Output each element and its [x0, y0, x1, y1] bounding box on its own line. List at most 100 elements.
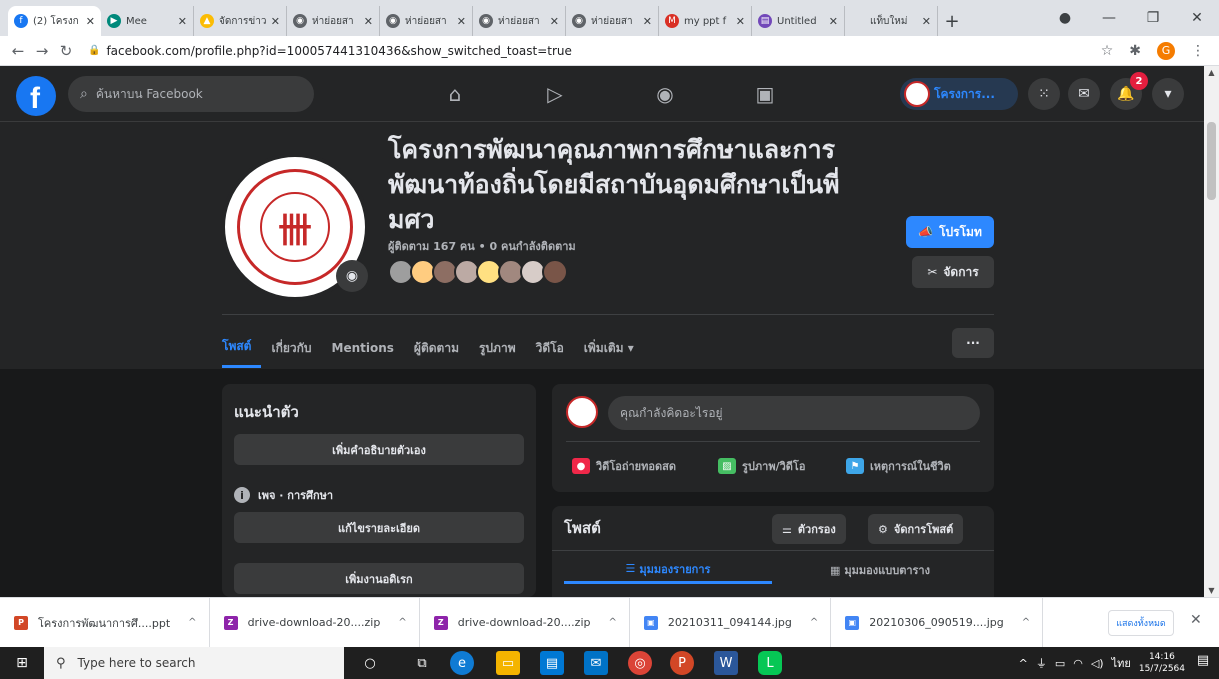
profile-tab[interactable]: วิดีโอ [526, 328, 574, 368]
page-scrollbar[interactable]: ▲ ▼ [1204, 66, 1219, 597]
extensions-icon[interactable]: ✱ [1129, 43, 1141, 59]
new-tab-button[interactable]: + [938, 6, 966, 36]
download-item[interactable]: ▣ 20210311_094144.jpg ^ [630, 597, 832, 648]
manage-button[interactable]: ✂ จัดการ [912, 256, 994, 288]
home-icon[interactable]: ⌂ [440, 80, 470, 108]
taskbar-search[interactable]: ⚲ Type here to search [44, 647, 344, 679]
browser-tab[interactable]: ◉ ห่าย่อยสา ✕ [380, 6, 473, 36]
browser-tab[interactable]: ◉ ห่าย่อยสา ✕ [287, 6, 380, 36]
battery-icon[interactable]: ▭ [1055, 657, 1065, 670]
page-switch-button[interactable]: โครงการ... [900, 78, 1018, 110]
more-options-button[interactable]: ··· [952, 328, 994, 358]
profile-tab[interactable]: รูปภาพ [469, 328, 526, 368]
volume-icon[interactable]: ◁) [1091, 657, 1104, 670]
tab-close-icon[interactable]: ✕ [86, 15, 95, 28]
browser-tab[interactable]: Mmy ppt f ✕ [659, 6, 752, 36]
cortana-icon[interactable]: ○ [358, 651, 382, 675]
camera-icon[interactable]: ◉ [336, 260, 368, 292]
store-icon[interactable]: ▤ [540, 651, 564, 675]
mail-icon[interactable]: ✉ [584, 651, 608, 675]
profile-tab[interactable]: Mentions [322, 328, 404, 368]
powerpoint-icon[interactable]: P [670, 651, 694, 675]
add-hobbies-button[interactable]: เพิ่มงานอดิเรก [234, 563, 524, 594]
task-view-icon[interactable]: ⧉ [410, 651, 434, 675]
chrome-profile-icon[interactable]: ● [1043, 10, 1087, 26]
browser-tab[interactable]: ▤ Untitled ✕ [752, 6, 845, 36]
minimize-button[interactable]: — [1087, 10, 1131, 26]
manage-posts-button[interactable]: ⚙ จัดการโพสต์ [868, 514, 964, 544]
tab-close-icon[interactable]: ✕ [457, 15, 466, 28]
tab-close-icon[interactable]: ✕ [829, 15, 838, 28]
clock[interactable]: 14:16 15/7/2564 [1139, 651, 1185, 675]
file-explorer-icon[interactable]: ▭ [496, 651, 520, 675]
notifications-icon[interactable]: 🔔 2 [1110, 72, 1148, 110]
close-window-button[interactable]: ✕ [1175, 10, 1219, 26]
add-bio-button[interactable]: เพิ่มคำอธิบายตัวเอง [234, 434, 524, 465]
profile-tab[interactable]: ผู้ติดตาม [404, 328, 469, 368]
chrome-icon[interactable]: ◎ [628, 651, 652, 675]
browser-tab[interactable]: ◉ ห่าย่อยสา ✕ [473, 6, 566, 36]
tab-close-icon[interactable]: ✕ [178, 15, 187, 28]
facebook-logo[interactable]: f [16, 76, 56, 116]
windows-start-icon[interactable]: ⊞ [0, 647, 44, 679]
usb-icon[interactable]: ⏚ [1036, 655, 1047, 671]
show-all-downloads-button[interactable]: แสดงทั้งหมด [1108, 610, 1174, 636]
back-icon[interactable]: ← [6, 42, 30, 60]
url-field[interactable]: 🔒 facebook.com/profile.php?id=1000574413… [88, 44, 1101, 58]
chevron-up-icon[interactable]: ^ [188, 617, 196, 628]
input-language[interactable]: ไทย [1112, 654, 1131, 672]
gaming-icon[interactable]: ▣ [750, 80, 780, 108]
facebook-search-input[interactable]: ⌕ ค้นหาบน Facebook [68, 76, 314, 112]
browser-tab[interactable]: แท็บใหม่ ✕ [845, 6, 938, 36]
tab-close-icon[interactable]: ✕ [364, 15, 373, 28]
menu-grid-icon[interactable]: ⁙ [1028, 78, 1060, 110]
profile-avatar[interactable]: G [1157, 41, 1175, 60]
grid-view-tab[interactable]: ▦ มุมมองแบบตาราง [776, 556, 984, 584]
download-item[interactable]: Zdrive-download-20....zip ^ [210, 597, 420, 648]
reload-icon[interactable]: ↻ [54, 42, 78, 60]
tab-close-icon[interactable]: ✕ [271, 15, 280, 28]
account-chevron-icon[interactable]: ▾ [1152, 78, 1184, 110]
chevron-up-icon[interactable]: ^ [810, 617, 818, 628]
line-app-icon[interactable]: L [758, 651, 782, 675]
chevron-up-icon[interactable]: ^ [398, 617, 406, 628]
promote-button[interactable]: 📣 โปรโมท [906, 216, 994, 248]
messenger-icon[interactable]: ✉ [1068, 78, 1100, 110]
maximize-button[interactable]: ❐ [1131, 10, 1175, 26]
browser-tab[interactable]: ▲ จัดการข่าว ✕ [194, 6, 287, 36]
tab-close-icon[interactable]: ✕ [550, 15, 559, 28]
profile-tab[interactable]: เพิ่มเติม ▾ [574, 328, 644, 368]
composer-input[interactable]: คุณกำลังคิดอะไรอยู่ [608, 396, 980, 430]
scroll-down-icon[interactable]: ▼ [1204, 586, 1219, 595]
profile-tab[interactable]: โพสต์ [222, 328, 262, 368]
close-downloads-icon[interactable]: ✕ [1190, 612, 1202, 628]
chevron-up-icon[interactable]: ^ [608, 617, 616, 628]
list-view-tab[interactable]: ☰ มุมมองรายการ [564, 556, 772, 584]
profile-tab[interactable]: เกี่ยวกับ [261, 328, 321, 368]
download-item[interactable]: P โครงการพัฒนาการศึ....ppt ^ [0, 597, 210, 648]
photo-video-button[interactable]: ▨ รูปภาพ/วิดีโอ [718, 452, 805, 480]
browser-tab[interactable]: ▶ Mee ✕ [101, 6, 194, 36]
watch-icon[interactable]: ▷ [540, 80, 570, 108]
life-event-button[interactable]: ⚑ เหตุการณ์ในชีวิต [846, 452, 951, 480]
download-item[interactable]: ▣ 20210306_090519....jpg ^ [831, 597, 1044, 648]
follower-count[interactable]: ผู้ติดตาม 167 คน • 0 คนกำลังติดตาม [388, 237, 576, 255]
tray-chevron-icon[interactable]: ^ [1019, 657, 1028, 670]
edit-details-button[interactable]: แก้ไขรายละเอียด [234, 512, 524, 543]
action-center-icon[interactable]: ▤ [1193, 653, 1213, 673]
edge-icon[interactable]: e [450, 651, 474, 675]
forward-icon[interactable]: → [30, 42, 54, 60]
download-item[interactable]: Zdrive-download-20....zip ^ [420, 597, 630, 648]
groups-icon[interactable]: ◉ [650, 80, 680, 108]
tab-close-icon[interactable]: ✕ [736, 15, 745, 28]
live-video-button[interactable]: ● วิดีโอถ่ายทอดสด [572, 452, 676, 480]
tab-close-icon[interactable]: ✕ [643, 15, 652, 28]
scrollbar-thumb[interactable] [1207, 122, 1216, 200]
word-icon[interactable]: W [714, 651, 738, 675]
browser-tab[interactable]: f (2) โครงก ✕ [8, 6, 101, 36]
scroll-up-icon[interactable]: ▲ [1204, 68, 1219, 77]
tab-close-icon[interactable]: ✕ [922, 15, 931, 28]
wifi-icon[interactable]: ◠ [1073, 657, 1083, 670]
bookmark-star-icon[interactable]: ☆ [1101, 43, 1114, 59]
chevron-up-icon[interactable]: ^ [1022, 617, 1030, 628]
